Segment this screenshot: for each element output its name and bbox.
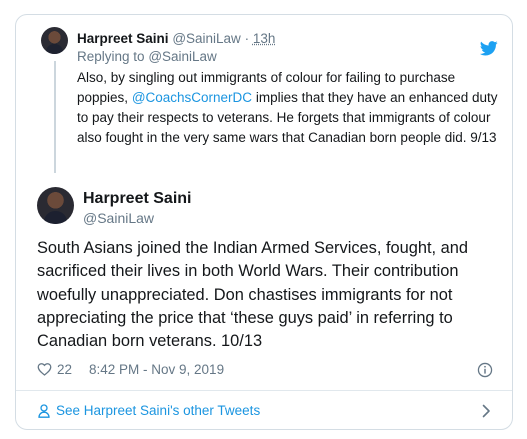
parent-avatar[interactable] bbox=[41, 27, 68, 54]
like-count[interactable]: 22 bbox=[57, 362, 72, 377]
main-author-name[interactable]: Harpreet Saini bbox=[83, 190, 191, 208]
info-icon[interactable] bbox=[477, 362, 493, 378]
parent-author-handle[interactable]: @SainiLaw bbox=[172, 31, 241, 46]
tweet-timestamp[interactable]: 8:42 PM - Nov 9, 2019 bbox=[89, 362, 224, 377]
replying-to-line: Replying to @SainiLaw bbox=[77, 49, 217, 64]
heart-icon[interactable] bbox=[37, 362, 52, 376]
replying-to-handle[interactable]: @SainiLaw bbox=[148, 49, 217, 64]
thread-connector-line bbox=[54, 61, 56, 173]
chevron-right-icon[interactable] bbox=[482, 404, 491, 418]
parent-tweet-time[interactable]: 13h bbox=[253, 31, 276, 46]
main-author-handle[interactable]: @SainiLaw bbox=[83, 210, 154, 226]
separator-dot: · bbox=[244, 31, 250, 46]
tweet-meta-row: 22 8:42 PM - Nov 9, 2019 bbox=[37, 361, 493, 379]
main-avatar[interactable] bbox=[37, 187, 74, 224]
see-other-tweets-row[interactable]: See Harpreet Saini's other Tweets bbox=[16, 391, 512, 430]
parent-tweet-text: Also, by singling out immigrants of colo… bbox=[77, 68, 507, 148]
parent-author-name[interactable]: Harpreet Saini bbox=[77, 31, 169, 46]
parent-tweet-header: Harpreet Saini @SainiLaw · 13h bbox=[77, 31, 275, 46]
twitter-bird-icon[interactable] bbox=[480, 41, 498, 56]
person-icon bbox=[38, 404, 50, 418]
replying-to-label: Replying to bbox=[77, 49, 145, 64]
main-tweet-text: South Asians joined the Indian Armed Ser… bbox=[37, 239, 468, 351]
tweet-embed-card: Harpreet Saini @SainiLaw · 13h Replying … bbox=[15, 14, 513, 430]
see-other-tweets-link[interactable]: See Harpreet Saini's other Tweets bbox=[56, 403, 260, 418]
mention-link[interactable]: @CoachsCornerDC bbox=[132, 90, 252, 105]
